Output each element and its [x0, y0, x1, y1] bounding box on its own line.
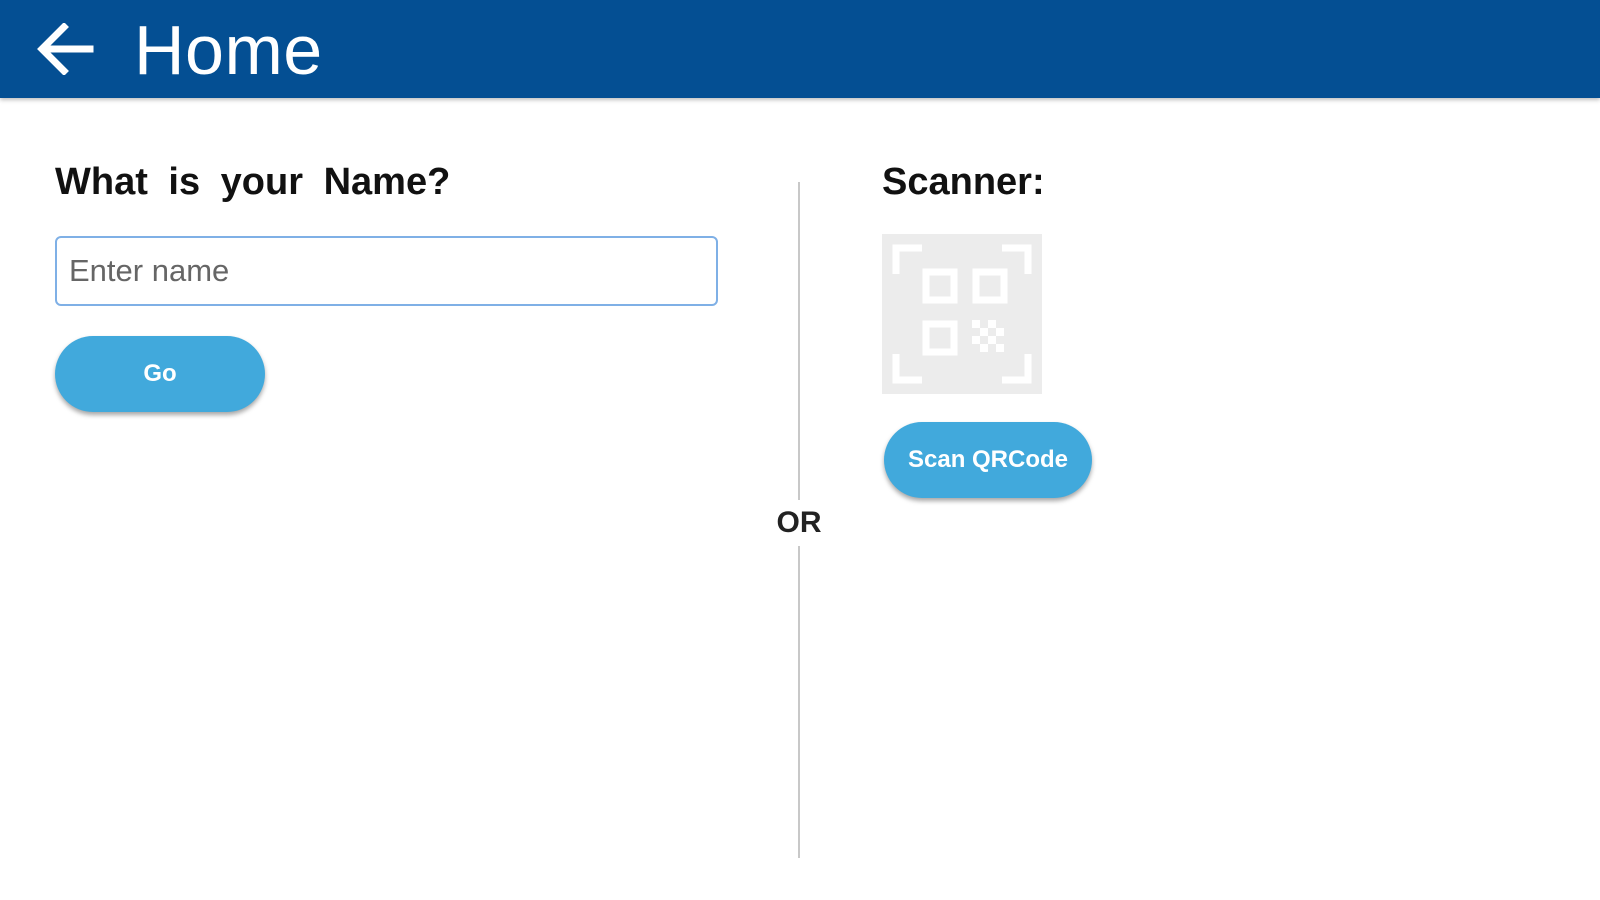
name-entry-section: What is your Name? Go [55, 150, 720, 412]
name-input[interactable] [55, 236, 718, 306]
scan-qrcode-button[interactable]: Scan QRCode [884, 422, 1092, 498]
go-button[interactable]: Go [55, 336, 265, 412]
qr-code-icon [882, 234, 1042, 394]
arrow-left-icon [37, 23, 94, 75]
page-title: Home [134, 11, 323, 89]
scanner-section: Scanner: Scan QRCode [882, 150, 1382, 550]
back-button[interactable] [30, 14, 100, 84]
app-toolbar: Home [0, 0, 1600, 98]
scanner-label: Scanner: [882, 161, 1045, 203]
name-question-label: What is your Name? [55, 161, 451, 203]
home-screen: Home What is your Name? Go OR Scanner: [0, 0, 1600, 900]
or-label: OR [768, 500, 830, 546]
